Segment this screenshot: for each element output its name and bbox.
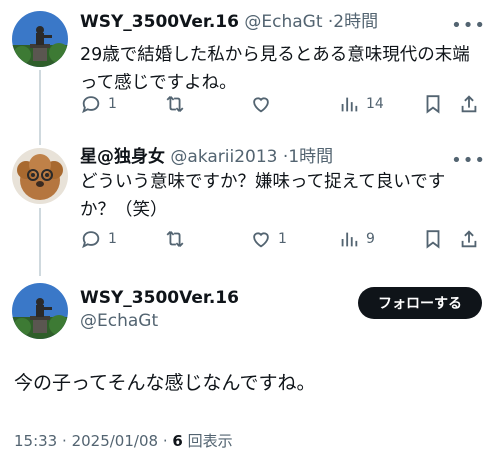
- bookmark-icon: [426, 95, 440, 114]
- retweet-icon: [166, 231, 184, 247]
- share-icon: [461, 230, 477, 248]
- views-icon: [341, 232, 358, 247]
- like-icon: [253, 97, 269, 113]
- tweet-header: 星@独身女 @akarii2013 ·1時間: [80, 146, 333, 168]
- views-button[interactable]: 9: [338, 225, 375, 253]
- display-name[interactable]: WSY_3500Ver.16: [80, 288, 239, 308]
- user-handle[interactable]: @EchaGt: [80, 311, 158, 331]
- share-button[interactable]: [458, 90, 480, 118]
- tweet-actions: 1 14: [80, 90, 486, 118]
- retweet-button[interactable]: [164, 225, 192, 253]
- retweet-icon: [166, 96, 184, 112]
- views-count: 9: [366, 231, 375, 247]
- tweet-header: WSY_3500Ver.16 @EchaGt ·2時間: [80, 11, 378, 33]
- views-count: 14: [366, 96, 384, 112]
- reply-button[interactable]: 1: [80, 225, 117, 253]
- tweet-actions: 1 1 9: [80, 225, 486, 253]
- more-icon[interactable]: •••: [451, 15, 486, 36]
- view-count: 6: [172, 432, 183, 450]
- tweet-text-line: か？（笑）: [80, 200, 168, 220]
- like-button[interactable]: [250, 90, 278, 118]
- views-button[interactable]: 14: [338, 90, 384, 118]
- views-icon: [341, 97, 358, 112]
- reply-icon: [82, 231, 100, 249]
- reply-count: 1: [108, 96, 117, 112]
- like-button[interactable]: 1: [250, 225, 287, 253]
- reply-count: 1: [108, 231, 117, 247]
- avatar[interactable]: [12, 148, 68, 204]
- tweet-text: どういう意味ですか？嫌味って捉えて良いです か？（笑）: [80, 168, 480, 224]
- bookmark-button[interactable]: [422, 90, 444, 118]
- timestamp[interactable]: 2時間: [333, 12, 378, 32]
- timestamp[interactable]: 1時間: [288, 147, 333, 167]
- view-count-label: 回表示: [187, 432, 233, 450]
- user-handle[interactable]: @EchaGt: [244, 12, 322, 32]
- thread-line: [39, 208, 41, 276]
- share-icon: [461, 95, 477, 113]
- retweet-button[interactable]: [164, 90, 192, 118]
- bookmark-button[interactable]: [422, 225, 444, 253]
- separator: ·: [162, 432, 168, 450]
- reply-button[interactable]: 1: [80, 90, 117, 118]
- bookmark-icon: [426, 230, 440, 249]
- user-handle[interactable]: @akarii2013: [170, 147, 277, 167]
- like-count: 1: [278, 231, 287, 247]
- tweet-text: 29歳で結婚した私から見るとある意味現代の末端 って感じですよね。: [80, 41, 480, 97]
- avatar[interactable]: [12, 283, 68, 339]
- display-name[interactable]: 星@独身女: [80, 147, 165, 167]
- reply-icon: [82, 96, 100, 114]
- tweet-text-line: どういう意味ですか？嫌味って捉えて良いです: [80, 172, 446, 192]
- main-tweet-text: 今の子ってそんな感じなんですね。: [14, 372, 316, 394]
- follow-button[interactable]: フォローする: [358, 287, 482, 319]
- tweet-meta: 15:33 · 2025/01/08 · 6 回表示: [14, 430, 233, 451]
- tweet-date[interactable]: 2025/01/08: [72, 432, 158, 450]
- display-name[interactable]: WSY_3500Ver.16: [80, 12, 239, 32]
- thread-line: [39, 70, 41, 145]
- avatar[interactable]: [12, 11, 68, 67]
- share-button[interactable]: [458, 225, 480, 253]
- like-icon: [253, 232, 269, 248]
- tweet-time[interactable]: 15:33: [14, 432, 57, 450]
- separator: ·: [62, 432, 67, 450]
- tweet-text-line: 29歳で結婚した私から見るとある意味現代の末端: [80, 45, 470, 65]
